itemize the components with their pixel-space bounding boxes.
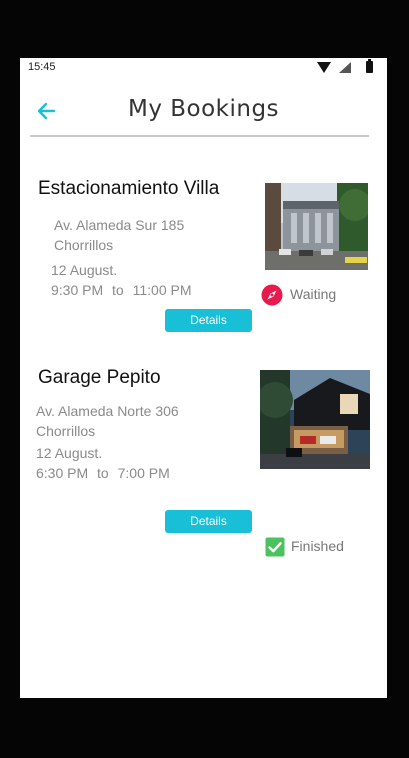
- status-label: Finished: [291, 538, 344, 554]
- details-button[interactable]: Details: [165, 510, 252, 533]
- phone-screen: 15:45 My Bookings Estacionamiento Villa …: [20, 58, 387, 698]
- garage-photo: [260, 370, 370, 469]
- booking-card: Garage Pepito Av. Alameda Norte 306 Chor…: [20, 361, 387, 557]
- place-address: Av. Alameda Norte 306: [36, 403, 179, 419]
- status-label: Waiting: [290, 286, 337, 302]
- start-time: 6:30 PM: [36, 465, 89, 481]
- parking-photo: [265, 183, 368, 270]
- battery-icon: [366, 59, 373, 73]
- page-title: My Bookings: [127, 96, 280, 122]
- wifi-icon: [317, 62, 331, 73]
- details-button[interactable]: Details: [165, 309, 252, 332]
- time-separator: to: [112, 282, 124, 298]
- header-divider: [30, 135, 369, 137]
- end-time: 7:00 PM: [117, 465, 170, 481]
- check-box-icon: [265, 537, 285, 557]
- status-bar: 15:45: [20, 58, 387, 78]
- app-header: My Bookings: [20, 86, 387, 138]
- booking-time: 6:30 PM to 7:00 PM: [36, 465, 175, 481]
- place-district: Chorrillos: [36, 423, 96, 439]
- start-time: 9:30 PM: [51, 282, 104, 298]
- place-name: Estacionamiento Villa: [38, 178, 220, 199]
- signal-icon: [339, 62, 351, 73]
- booking-date: 12 August.: [36, 445, 103, 461]
- booking-time: 9:30 PM to 11:00 PM: [51, 282, 197, 298]
- place-address: Av. Alameda Sur 185: [54, 217, 185, 233]
- status-time: 15:45: [28, 61, 56, 73]
- place-name: Garage Pepito: [38, 367, 161, 388]
- end-time: 11:00 PM: [132, 282, 192, 298]
- compass-icon: [261, 284, 283, 306]
- place-district: Chorrillos: [54, 237, 114, 253]
- booking-date: 12 August.: [51, 262, 118, 278]
- booking-card: Estacionamiento Villa Av. Alameda Sur 18…: [20, 168, 387, 358]
- time-separator: to: [97, 465, 109, 481]
